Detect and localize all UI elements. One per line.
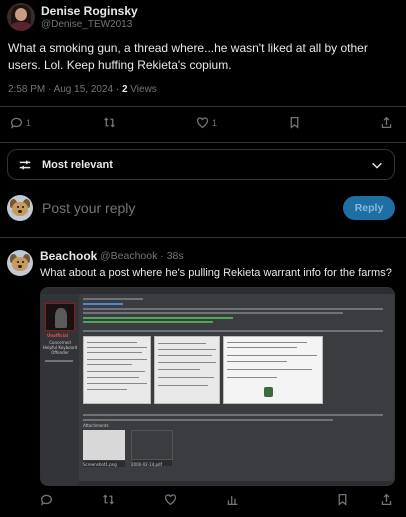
sort-label: Most relevant xyxy=(42,158,113,171)
like-icon xyxy=(164,494,177,506)
dog-nose xyxy=(18,210,22,213)
post-meta: 2:58 PM · Aug 15, 2024 · 2 Views xyxy=(8,84,157,95)
divider xyxy=(0,106,406,107)
image-document-middle xyxy=(154,336,220,404)
image-document-left xyxy=(83,336,151,404)
repost-icon xyxy=(103,494,114,505)
image-attachments-label: Attachments xyxy=(83,423,109,428)
post-text: What a smoking gun, a thread where...he … xyxy=(8,41,368,72)
like-action[interactable]: 1 xyxy=(196,116,217,129)
share-icon xyxy=(381,116,392,129)
image-attachment-thumb xyxy=(131,430,173,466)
reply-count: 1 xyxy=(26,117,32,128)
reply-actions xyxy=(0,493,406,513)
sort-dropdown[interactable]: Most relevant xyxy=(7,149,395,180)
dog-face xyxy=(12,257,28,271)
like-count: 1 xyxy=(212,117,218,128)
reply-bookmark-action[interactable] xyxy=(336,493,349,506)
divider xyxy=(0,142,406,143)
reply-author-handle[interactable]: @Beachook · 38s xyxy=(100,250,184,262)
main-post-actions: 1 1 xyxy=(0,116,406,136)
reply-reply-action[interactable] xyxy=(40,493,53,506)
reply-icon xyxy=(10,117,22,129)
author-name[interactable]: Denise Roginsky xyxy=(41,4,138,18)
dog-eye xyxy=(17,206,19,208)
dog-eye xyxy=(22,261,24,263)
dog-face xyxy=(12,202,28,216)
reply-like-action[interactable] xyxy=(164,493,177,506)
avatar-beachook[interactable] xyxy=(7,250,33,276)
reply-icon xyxy=(40,494,52,506)
image-attachment-file1: Screenshot1.png xyxy=(83,462,117,467)
bookmark-icon xyxy=(338,493,347,506)
image-header-bar xyxy=(41,288,394,294)
reply-input[interactable]: Post your reply xyxy=(42,200,135,216)
dog-eye xyxy=(22,206,24,208)
bookmark-icon xyxy=(290,116,299,129)
share-action[interactable] xyxy=(380,116,393,129)
reply-share-action[interactable] xyxy=(380,493,393,506)
avatar-body xyxy=(11,22,31,31)
image-document-right xyxy=(223,336,323,404)
avatar-face xyxy=(15,8,27,21)
chevron-down-icon xyxy=(372,162,382,169)
share-icon xyxy=(381,493,392,506)
image-user-panel: Unofficial Concerned Helpful Keyboard Of… xyxy=(41,294,79,485)
divider xyxy=(0,237,406,238)
image-user-sub: Concerned Helpful Keyboard Offender xyxy=(42,340,78,355)
reply-attached-image[interactable]: Unofficial Concerned Helpful Keyboard Of… xyxy=(40,287,395,486)
image-attachment-file2: 2000-02-14.pdf xyxy=(131,462,163,467)
bookmark-action[interactable] xyxy=(288,116,301,129)
image-user-avatar xyxy=(45,303,75,331)
author-handle[interactable]: @Denise_TEW2013 xyxy=(41,19,132,30)
reply-action[interactable]: 1 xyxy=(10,116,31,129)
reply-author-name[interactable]: Beachook xyxy=(40,249,97,263)
image-attachment-thumb xyxy=(83,430,125,467)
views-label: Views xyxy=(127,84,157,95)
reply-repost-action[interactable] xyxy=(102,493,115,506)
image-user-title: Unofficial xyxy=(47,333,69,338)
reply-views-action[interactable] xyxy=(226,493,239,506)
repost-icon xyxy=(104,117,115,128)
reply-button[interactable]: Reply xyxy=(343,196,395,220)
reply-text: What about a post where he's pulling Rek… xyxy=(40,267,392,279)
avatar-denise[interactable] xyxy=(7,3,35,31)
avatar-beachook-composer[interactable] xyxy=(7,195,33,221)
like-icon xyxy=(196,117,209,129)
views-icon xyxy=(227,496,238,506)
sort-icon xyxy=(19,160,31,169)
repost-action[interactable] xyxy=(103,116,116,129)
dog-nose xyxy=(18,265,22,268)
dog-eye xyxy=(17,261,19,263)
image-footer-bar xyxy=(79,481,394,485)
post-timestamp[interactable]: 2:58 PM · Aug 15, 2024 · xyxy=(8,84,122,95)
